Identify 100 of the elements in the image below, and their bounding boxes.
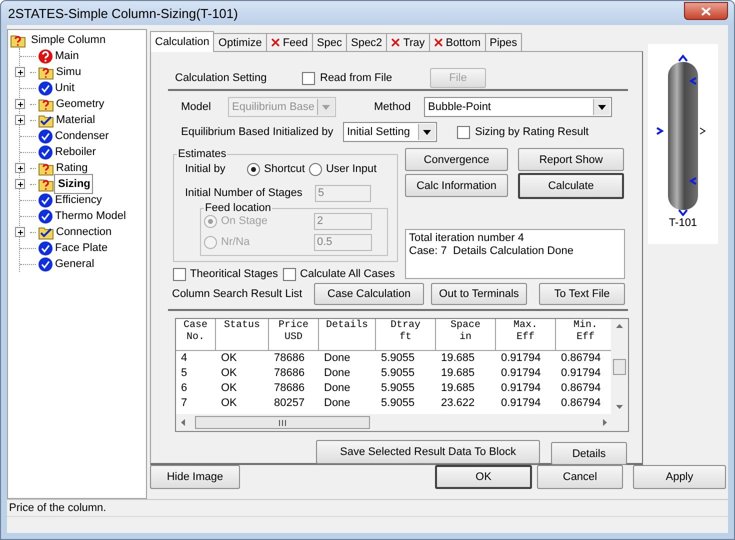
action-button[interactable]: Report Show bbox=[518, 148, 624, 171]
column-header[interactable]: Case No. bbox=[176, 319, 216, 351]
column-header[interactable]: Space in bbox=[436, 319, 496, 351]
table-cell-text: 4 bbox=[180, 351, 188, 366]
tab[interactable]: Spec bbox=[312, 33, 347, 51]
scroll-down-icon[interactable] bbox=[616, 405, 623, 409]
table-cell-text: Done bbox=[323, 366, 352, 381]
action-button[interactable]: Calculate bbox=[518, 173, 624, 199]
tree-item[interactable]: Material bbox=[54, 114, 98, 126]
tree-item[interactable]: General bbox=[53, 258, 96, 270]
tree-item[interactable]: Face Plate bbox=[53, 242, 110, 254]
table-cell-text: Done bbox=[323, 381, 352, 396]
expand-toggle[interactable] bbox=[15, 67, 25, 77]
action-button[interactable]: Convergence bbox=[405, 148, 508, 171]
checkbox[interactable] bbox=[457, 126, 470, 138]
table-cell-text: 19.685 bbox=[440, 381, 476, 396]
table-cell-text: OK bbox=[220, 381, 238, 396]
checkbox[interactable] bbox=[302, 72, 315, 84]
table-cell-text: OK bbox=[220, 351, 238, 366]
folder-warning-icon bbox=[38, 96, 54, 112]
table-cell-text: 0.91794 bbox=[560, 366, 602, 381]
expand-toggle[interactable] bbox=[15, 163, 25, 173]
tree-item[interactable]: Unit bbox=[53, 82, 77, 94]
check-icon bbox=[38, 240, 53, 256]
error-x-icon bbox=[434, 38, 443, 47]
radio-button[interactable] bbox=[308, 162, 322, 176]
dialog-button[interactable]: OK bbox=[435, 465, 532, 489]
checkbox-label: Theoritical Stages bbox=[190, 268, 278, 280]
table-cell-text: 5.9055 bbox=[380, 396, 416, 411]
tree-item[interactable]: Sizing bbox=[54, 174, 94, 194]
tree-item[interactable]: Connection bbox=[54, 226, 114, 238]
tree-item[interactable]: Main bbox=[53, 50, 81, 62]
dialog-button[interactable]: Hide Image bbox=[150, 465, 240, 489]
result-button[interactable]: Case Calculation bbox=[314, 283, 424, 305]
table-cell-text: 0.86794 bbox=[560, 381, 602, 396]
column-header[interactable]: Min. Eff bbox=[556, 319, 611, 351]
tree-item[interactable]: Reboiler bbox=[53, 146, 98, 158]
tab[interactable]: Optimize bbox=[213, 33, 267, 51]
tree-item[interactable]: Condenser bbox=[53, 130, 111, 142]
table-cell-text: 6 bbox=[180, 381, 188, 396]
checkbox[interactable] bbox=[283, 268, 296, 280]
dropdown[interactable]: Initial Setting bbox=[343, 122, 437, 142]
tree-item[interactable]: Simu bbox=[54, 66, 84, 78]
details-button[interactable]: Details bbox=[551, 442, 627, 465]
scroll-left-icon[interactable] bbox=[181, 419, 185, 426]
field-label: Method bbox=[374, 101, 412, 113]
table-cell-text: 0.86794 bbox=[560, 351, 602, 366]
folder-warning-icon bbox=[10, 32, 26, 48]
close-button[interactable] bbox=[684, 2, 728, 20]
scroll-up-icon[interactable] bbox=[616, 324, 623, 328]
tree-item[interactable]: Thermo Model bbox=[53, 210, 128, 222]
table-cell-text: Done bbox=[323, 396, 352, 411]
tab[interactable]: Tray bbox=[386, 33, 430, 51]
field-label: Model bbox=[181, 101, 212, 113]
expand-toggle[interactable] bbox=[15, 99, 25, 109]
check-icon bbox=[38, 208, 53, 224]
radio-label: Nr/Na bbox=[221, 236, 251, 248]
table-cell-text: 5.9055 bbox=[380, 366, 416, 381]
result-button[interactable]: Out to Terminals bbox=[431, 283, 527, 305]
table-cell-text: 78686 bbox=[273, 351, 306, 366]
checkbox-label: Calculate All Cases bbox=[300, 268, 395, 280]
save-button[interactable]: Save Selected Result Data To Block bbox=[316, 440, 540, 464]
radio-label: On Stage bbox=[221, 215, 268, 227]
expand-toggle[interactable] bbox=[15, 115, 25, 125]
window-title: 2STATES-Simple Column-Sizing(T-101) bbox=[8, 6, 239, 20]
column-header[interactable]: Max. Eff bbox=[496, 319, 556, 351]
table-cell-text: 7 bbox=[180, 396, 188, 411]
tree-item[interactable]: Efficiency bbox=[53, 194, 104, 206]
tab[interactable]: Pipes bbox=[484, 33, 522, 51]
column-header[interactable]: Dtray ft bbox=[376, 319, 436, 351]
table-cell-text: 23.622 bbox=[440, 396, 476, 411]
tree-item[interactable]: Rating bbox=[54, 162, 90, 174]
scroll-right-icon[interactable] bbox=[603, 419, 607, 426]
tab[interactable]: Spec2 bbox=[346, 33, 388, 51]
result-button[interactable]: To Text File bbox=[539, 283, 625, 305]
action-button[interactable]: Calc Information bbox=[405, 174, 508, 197]
vertical-scrollbar[interactable] bbox=[611, 319, 628, 414]
column-header[interactable]: Price USD bbox=[269, 319, 319, 351]
table-cell-text: 0.91794 bbox=[500, 351, 542, 366]
scroll-thumb[interactable] bbox=[195, 416, 370, 429]
scroll-thumb[interactable] bbox=[613, 358, 626, 374]
column-header[interactable]: Details bbox=[319, 319, 376, 351]
tree-item[interactable]: Geometry bbox=[54, 98, 106, 110]
horizontal-scrollbar[interactable] bbox=[176, 414, 611, 431]
table-cell-text: 5.9055 bbox=[380, 351, 416, 366]
tree-item[interactable]: Simple Column bbox=[29, 34, 108, 46]
checkbox-label: Read from File bbox=[320, 72, 394, 84]
dialog-button[interactable]: Cancel bbox=[537, 465, 623, 489]
tab[interactable]: Calculation bbox=[150, 31, 214, 52]
check-icon bbox=[38, 80, 53, 96]
folder-warning-icon bbox=[38, 176, 54, 192]
message-line: Total iteration number 4 bbox=[409, 232, 525, 245]
dropdown[interactable]: Bubble-Point bbox=[424, 97, 612, 117]
expand-toggle[interactable] bbox=[15, 179, 25, 189]
dialog-button[interactable]: Apply bbox=[633, 465, 726, 489]
checkbox[interactable] bbox=[173, 268, 186, 280]
section-title: Calculation Setting bbox=[175, 72, 268, 84]
column-header[interactable]: Status bbox=[216, 319, 269, 351]
expand-toggle[interactable] bbox=[15, 227, 25, 237]
radio-button[interactable] bbox=[247, 162, 260, 176]
